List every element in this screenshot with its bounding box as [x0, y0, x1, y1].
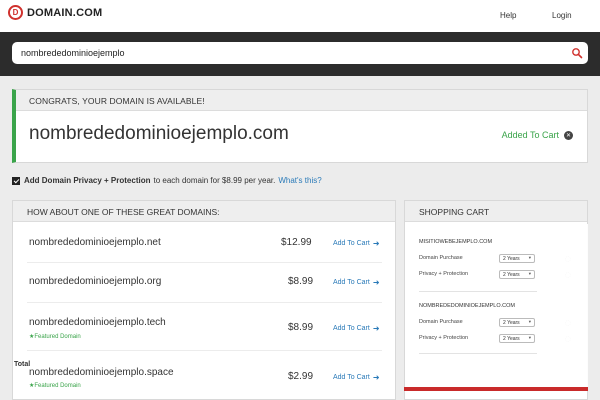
add-to-cart-label: Add To Cart — [333, 279, 370, 286]
shopping-cart-panel: SHOPPING CART MISITIOWEBEJEMPLO.COM Doma… — [404, 200, 588, 400]
added-to-cart-label: Added To Cart — [501, 130, 559, 140]
list-item: nombrededominioejemplo.org $8.99 Add To … — [27, 263, 382, 303]
available-domain: nombrededominioejemplo.com — [29, 123, 289, 144]
term-select[interactable]: 2 Years ▾ — [499, 270, 535, 279]
add-to-cart-label: Add To Cart — [333, 325, 370, 332]
featured-badge: ★Featured Domain — [29, 333, 81, 340]
term-select[interactable]: 2 Years ▾ — [499, 318, 535, 327]
availability-panel: CONGRATS, YOUR DOMAIN IS AVAILABLE! nomb… — [12, 89, 588, 163]
list-item: nombrededominioejemplo.space ★Featured D… — [27, 351, 382, 399]
login-link[interactable]: Login — [552, 11, 572, 20]
term-select[interactable]: 2 Years ▾ — [499, 254, 535, 263]
privacy-label: Add Domain Privacy + Protection — [24, 176, 151, 185]
term-select-value: 2 Years — [503, 336, 520, 342]
suggested-domain: nombrededominioejemplo.net — [29, 237, 161, 248]
arrow-right-icon: ➜ — [372, 324, 380, 333]
privacy-protection-label: Privacy + Protection — [419, 335, 469, 341]
privacy-text: to each domain for $8.99 per year. — [153, 176, 276, 185]
privacy-protection-label: Privacy + Protection — [419, 271, 469, 277]
help-link[interactable]: Help — [500, 11, 516, 20]
add-to-cart-label: Add To Cart — [333, 240, 370, 247]
checkout-bar[interactable] — [404, 387, 588, 391]
privacy-checkbox[interactable] — [12, 176, 20, 185]
add-to-cart-button[interactable]: Add To Cart ➜ — [333, 373, 380, 382]
arrow-right-icon: ➜ — [372, 239, 380, 248]
featured-label: Featured Domain — [34, 334, 81, 340]
cart-divider — [419, 353, 537, 354]
term-select-value: 2 Years — [503, 272, 520, 278]
privacy-option: Add Domain Privacy + Protection to each … — [12, 176, 322, 185]
cart-total-label: Total — [14, 361, 31, 368]
suggestions-heading: HOW ABOUT ONE OF THESE GREAT DOMAINS: — [13, 201, 395, 222]
term-select-value: 2 Years — [503, 320, 520, 326]
list-item: nombrededominioejemplo.net $12.99 Add To… — [27, 223, 382, 263]
search-band — [0, 32, 600, 76]
list-item: nombrededominioejemplo.tech ★Featured Do… — [27, 303, 382, 351]
logo-text: DOMAIN.COM — [27, 6, 103, 19]
availability-heading: CONGRATS, YOUR DOMAIN IS AVAILABLE! — [16, 90, 587, 111]
chevron-down-icon: ▾ — [528, 271, 531, 276]
top-bar: D DOMAIN.COM Help Login — [0, 0, 600, 32]
added-to-cart-status: Added To Cart ✕ — [502, 130, 573, 140]
suggestions-panel: HOW ABOUT ONE OF THESE GREAT DOMAINS: no… — [12, 200, 396, 400]
cart-divider — [419, 291, 537, 292]
featured-badge: ★Featured Domain — [29, 382, 81, 389]
search-icon[interactable] — [571, 47, 583, 59]
featured-label: Featured Domain — [34, 383, 81, 389]
cart-heading: SHOPPING CART — [405, 201, 587, 222]
arrow-right-icon: ➜ — [372, 278, 380, 287]
loading-overlay — [543, 224, 588, 389]
arrow-right-icon: ➜ — [372, 373, 380, 382]
logo[interactable]: D DOMAIN.COM — [8, 5, 102, 20]
chevron-down-icon: ▾ — [528, 255, 531, 260]
add-to-cart-label: Add To Cart — [333, 374, 370, 381]
suggested-price: $12.99 — [281, 237, 312, 248]
add-to-cart-button[interactable]: Add To Cart ➜ — [333, 324, 380, 333]
domain-purchase-label: Domain Purchase — [419, 255, 463, 261]
term-select-value: 2 Years — [503, 256, 520, 262]
search-input[interactable] — [12, 42, 568, 64]
cart-item-title: NOMBREDEDOMINIOEJEMPLO.COM — [419, 303, 515, 309]
suggested-price: $8.99 — [288, 322, 314, 333]
search-box — [12, 42, 588, 64]
add-to-cart-button[interactable]: Add To Cart ➜ — [333, 239, 380, 248]
suggested-domain: nombrededominioejemplo.tech — [29, 317, 166, 328]
suggested-domain: nombrededominioejemplo.space — [29, 367, 174, 378]
chevron-down-icon: ▾ — [528, 319, 531, 324]
chevron-down-icon: ▾ — [528, 335, 531, 340]
whats-this-link[interactable]: What's this? — [278, 176, 321, 185]
suggested-price: $2.99 — [288, 371, 314, 382]
logo-mark: D — [8, 5, 23, 20]
suggested-price: $8.99 — [288, 276, 314, 287]
cart-item-title: MISITIOWEBEJEMPLO.COM — [419, 239, 493, 245]
term-select[interactable]: 2 Years ▾ — [499, 334, 535, 343]
domain-purchase-label: Domain Purchase — [419, 319, 463, 325]
suggested-domain: nombrededominioejemplo.org — [29, 276, 162, 287]
close-icon[interactable]: ✕ — [564, 130, 573, 140]
add-to-cart-button[interactable]: Add To Cart ➜ — [333, 278, 380, 287]
